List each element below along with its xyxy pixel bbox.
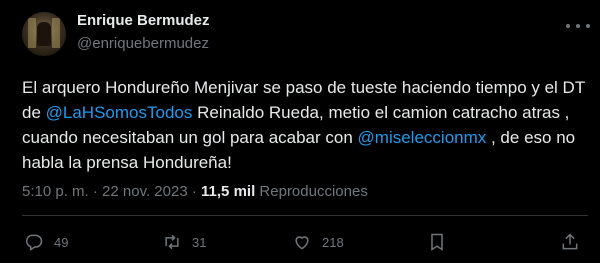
avatar-figure: [37, 22, 51, 46]
mention-link[interactable]: @miseleccionmx: [358, 128, 487, 147]
tweet-date[interactable]: 22 nov. 2023: [102, 183, 188, 200]
avatar[interactable]: [22, 12, 66, 56]
repost-button[interactable]: 31: [162, 232, 206, 252]
like-count: 218: [322, 234, 344, 250]
bookmark-icon: [431, 233, 443, 251]
reply-count: 49: [54, 234, 69, 250]
reply-icon: [26, 234, 43, 251]
reply-button[interactable]: 49: [24, 232, 68, 252]
author-name[interactable]: Enrique Bermudez: [77, 12, 210, 29]
share-icon: [562, 233, 578, 250]
share-button[interactable]: [560, 232, 580, 252]
tweet-meta: 5:10 p. m. · 22 nov. 2023 · 11,5 mil Rep…: [22, 183, 368, 200]
mention-link[interactable]: @LaHSomosTodos: [46, 103, 193, 122]
like-button[interactable]: 218: [292, 232, 344, 252]
views-label: Reproducciones: [259, 183, 368, 200]
meta-separator: ·: [187, 183, 202, 200]
tweet-time[interactable]: 5:10 p. m.: [22, 183, 89, 200]
repost-count: 31: [192, 234, 207, 250]
bookmark-button[interactable]: [427, 232, 447, 252]
views-count: 11,5 mil: [201, 183, 256, 200]
avatar-light-left: [28, 18, 36, 48]
avatar-light-right: [52, 18, 60, 48]
author-handle[interactable]: @enriquebermudez: [77, 35, 209, 52]
meta-separator: ·: [88, 183, 103, 200]
divider: [22, 215, 588, 216]
tweet-text: El arquero Hondureño Menjivar se paso de…: [22, 75, 592, 175]
action-bar: 49 31 218: [22, 232, 588, 256]
repost-icon: [165, 234, 179, 250]
like-icon: [295, 236, 309, 250]
more-options-icon[interactable]: [566, 22, 590, 30]
